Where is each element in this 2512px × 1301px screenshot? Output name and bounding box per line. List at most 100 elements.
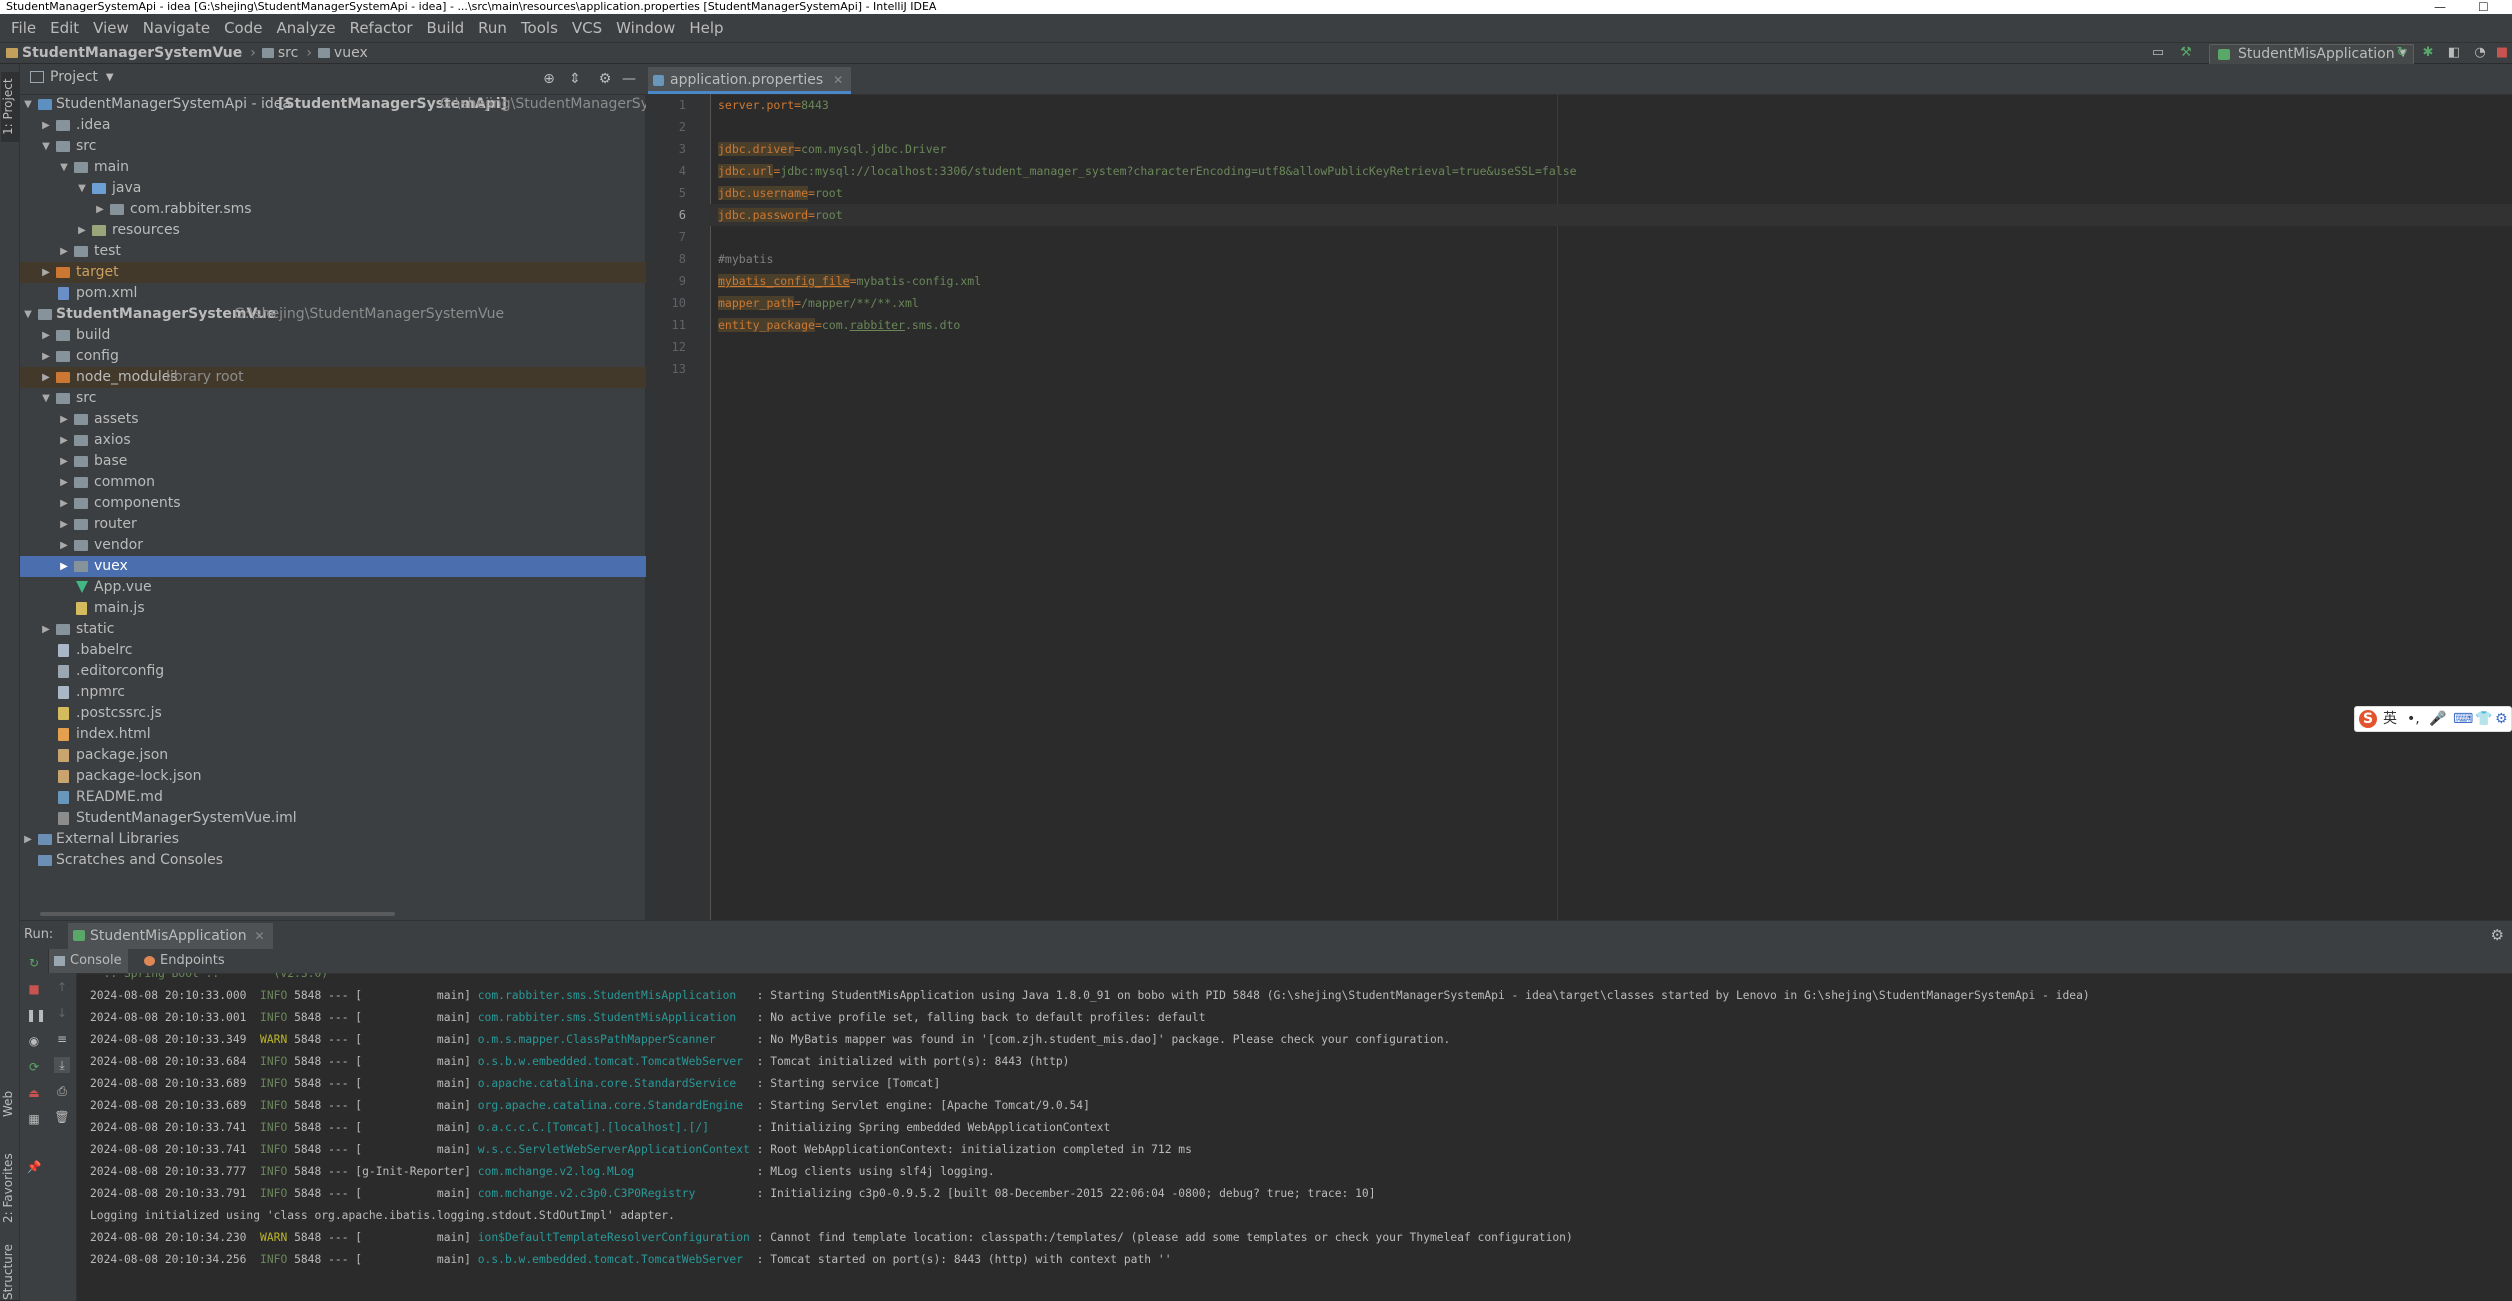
exit-icon[interactable]: ⏏: [26, 1085, 42, 1101]
gear-icon[interactable]: ⚙: [2491, 926, 2504, 944]
menu-build[interactable]: Build: [420, 19, 472, 37]
layout-icon[interactable]: ▦: [26, 1111, 42, 1127]
tree-item-vuex[interactable]: ▶ vuex: [20, 556, 646, 577]
tree-item-index-html[interactable]: index.html: [20, 724, 646, 745]
tree-item-src[interactable]: ▼ src: [20, 136, 646, 157]
build-hammer-icon[interactable]: ⚒: [2178, 45, 2194, 61]
trash-icon[interactable]: 🗑: [54, 1109, 70, 1125]
tree-item-babelrc[interactable]: .babelrc: [20, 640, 646, 661]
menu-navigate[interactable]: Navigate: [136, 19, 217, 37]
pause-icon[interactable]: ❚❚: [26, 1007, 46, 1023]
menu-run[interactable]: Run: [471, 19, 514, 37]
run-tab-studentmisapplication[interactable]: StudentMisApplication ✕: [68, 923, 273, 949]
code-line[interactable]: server.port=8443: [718, 94, 829, 116]
breadcrumb-src[interactable]: src ›: [261, 45, 312, 61]
tool-tab-project[interactable]: 1: Project: [1, 72, 19, 142]
menu-refactor[interactable]: Refactor: [343, 19, 420, 37]
coverage-icon[interactable]: ◧: [2446, 45, 2462, 61]
maximize-button[interactable]: ☐: [2478, 0, 2489, 14]
tree-item-config[interactable]: ▶ config: [20, 346, 646, 367]
tree-item-vue-src[interactable]: ▼ src: [20, 388, 646, 409]
tree-item-readme[interactable]: README.md: [20, 787, 646, 808]
code-line[interactable]: mapper_path=/mapper/**/**.xml: [718, 292, 919, 314]
tree-item-build[interactable]: ▶ build: [20, 325, 646, 346]
close-icon[interactable]: ✕: [833, 67, 843, 94]
collapse-all-icon[interactable]: ⇕: [566, 70, 584, 88]
layout-icon[interactable]: ▭: [2150, 45, 2166, 61]
tool-tab-web[interactable]: Web: [1, 1084, 19, 1124]
menu-file[interactable]: File: [4, 19, 43, 37]
rerun-icon[interactable]: ↻: [26, 955, 42, 971]
code-line[interactable]: jdbc.username=root: [718, 182, 843, 204]
tree-item-static[interactable]: ▶ static: [20, 619, 646, 640]
tree-item-editorconfig[interactable]: .editorconfig: [20, 661, 646, 682]
camera-icon[interactable]: ◉: [26, 1033, 42, 1049]
tool-tab-structure[interactable]: Structure: [1, 1244, 19, 1300]
stop-icon[interactable]: ■: [26, 981, 42, 997]
tree-item-java[interactable]: ▼ java: [20, 178, 646, 199]
soft-wrap-icon[interactable]: ≡: [54, 1031, 70, 1047]
tree-item-main[interactable]: ▼ main: [20, 157, 646, 178]
tree-item-package-json[interactable]: package.json: [20, 745, 646, 766]
tool-tab-favorites[interactable]: 2: Favorites: [1, 1148, 19, 1228]
ime-lang[interactable]: 英: [2383, 710, 2397, 728]
tree-item-common[interactable]: ▶ common: [20, 472, 646, 493]
menu-tools[interactable]: Tools: [514, 19, 565, 37]
profile-icon[interactable]: ◔: [2472, 45, 2488, 61]
hide-icon[interactable]: —: [620, 70, 638, 88]
arrow-up-icon[interactable]: ↑: [54, 979, 70, 995]
tree-item-node-modules[interactable]: ▶ node_modules library root: [20, 367, 646, 388]
run-configuration-select[interactable]: StudentMisApplication ▼: [2209, 44, 2414, 65]
tree-item-scratches[interactable]: Scratches and Consoles: [20, 850, 646, 871]
scroll-to-end-icon[interactable]: ⤓: [54, 1057, 70, 1073]
minimize-button[interactable]: —: [2434, 0, 2446, 14]
microphone-icon[interactable]: 🎤: [2429, 710, 2446, 728]
close-icon[interactable]: ✕: [255, 923, 265, 949]
tree-item-router[interactable]: ▶ router: [20, 514, 646, 535]
tab-console[interactable]: Console: [48, 949, 128, 973]
tree-item-test[interactable]: ▶ test: [20, 241, 646, 262]
tree-item-axios[interactable]: ▶ axios: [20, 430, 646, 451]
debug-icon[interactable]: ✱: [2420, 45, 2436, 61]
code-line[interactable]: jdbc.url=jdbc:mysql://localhost:3306/stu…: [718, 160, 1577, 182]
menu-help[interactable]: Help: [682, 19, 730, 37]
tree-item-vue-module[interactable]: ▼ StudentManagerSystemVue G:\shejing\Stude…: [20, 304, 646, 325]
code-line[interactable]: entity_package=com.rabbiter.sms.dto: [718, 314, 960, 336]
menu-view[interactable]: View: [86, 19, 136, 37]
tree-item-npmrc[interactable]: .npmrc: [20, 682, 646, 703]
keyboard-icon[interactable]: ⌨: [2453, 710, 2473, 728]
tree-item-postcssrc[interactable]: .postcssrc.js: [20, 703, 646, 724]
console-output[interactable]: :: Spring Boot :: (v2.3.0) 2024-08-08 20…: [77, 973, 2512, 1301]
update-icon[interactable]: ⟳: [26, 1059, 42, 1075]
breadcrumb-vuex[interactable]: vuex: [317, 45, 368, 61]
arrow-down-icon[interactable]: ↓: [54, 1005, 70, 1021]
tree-item-target[interactable]: ▶ target: [20, 262, 646, 283]
editor-tab-application-properties[interactable]: application.properties ✕: [648, 67, 852, 94]
print-icon[interactable]: ⎙: [54, 1083, 70, 1099]
tree-item-idea[interactable]: ▶ .idea: [20, 115, 646, 136]
tree-item-api-module[interactable]: ▼ StudentManagerSystemApi - idea [StudentM…: [20, 94, 693, 115]
ime-settings-icon[interactable]: ⚙: [2495, 710, 2508, 728]
ime-toolbar[interactable]: S 英 •, 🎤 ⌨ 👕 ⚙: [2354, 706, 2512, 732]
menu-vcs[interactable]: VCS: [565, 19, 609, 37]
tree-item-app-vue[interactable]: App.vue: [20, 577, 646, 598]
breadcrumb-project[interactable]: StudentManagerSystemVue ›: [6, 45, 256, 61]
pin-icon[interactable]: 📌: [26, 1159, 42, 1175]
menu-edit[interactable]: Edit: [43, 19, 86, 37]
code-line-current[interactable]: jdbc.password=root: [710, 204, 2512, 226]
horizontal-scrollbar[interactable]: [40, 912, 395, 916]
tree-item-vendor[interactable]: ▶ vendor: [20, 535, 646, 556]
tree-item-components[interactable]: ▶ components: [20, 493, 646, 514]
ime-punct-icon[interactable]: •,: [2407, 710, 2420, 728]
project-view-selector[interactable]: Project ▼: [30, 69, 114, 85]
locate-icon[interactable]: ⊕: [540, 70, 558, 88]
code-line[interactable]: mybatis_config_file=mybatis-config.xml: [718, 270, 981, 292]
tree-item-package[interactable]: ▶ com.rabbiter.sms: [20, 199, 646, 220]
tree-item-external-libraries[interactable]: ▶ External Libraries: [20, 829, 646, 850]
code-line[interactable]: #mybatis: [718, 248, 773, 270]
rerun-icon[interactable]: ↻: [2394, 45, 2410, 61]
menu-window[interactable]: Window: [609, 19, 682, 37]
stop-icon[interactable]: ■: [2494, 45, 2510, 61]
skin-icon[interactable]: 👕: [2475, 710, 2492, 728]
tree-item-assets[interactable]: ▶ assets: [20, 409, 646, 430]
